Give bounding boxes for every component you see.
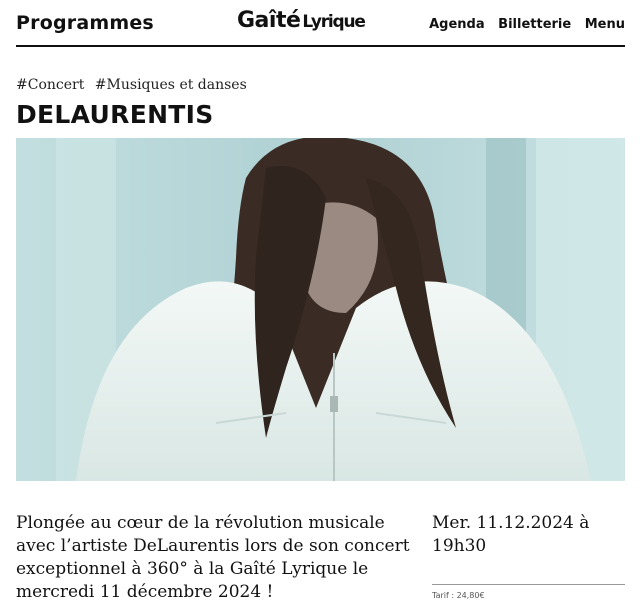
event-tags: #Concert #Musiques et danses [16,77,253,93]
event-title: DELAURENTIS [16,100,214,129]
site-header: Programmes Gaîté Lyrique Agenda Billetter… [0,0,640,48]
artist-photo-illustration [16,138,625,481]
tag-concert[interactable]: #Concert [16,77,84,93]
event-tarif: Tarif : 24,80€ [432,591,485,600]
logo-main-text: Gaîté [237,8,301,33]
top-nav: Agenda Billetterie Menu [420,17,625,32]
nav-menu-button[interactable]: Menu [585,17,625,32]
tag-musiques-et-danses[interactable]: #Musiques et danses [95,77,247,93]
header-divider [16,45,625,47]
event-date: Mer. 11.12.2024 à 19h30 [432,513,590,556]
logo-sub-text: Lyrique [302,12,366,32]
artist-photo [16,138,625,481]
event-description: Plongée au cœur de la révolution musical… [16,513,410,600]
nav-programmes-link[interactable]: Programmes [16,12,154,34]
nav-agenda-link[interactable]: Agenda [429,17,485,32]
sidebar-divider [432,584,625,585]
nav-billetterie-link[interactable]: Billetterie [498,17,571,32]
site-logo[interactable]: Gaîté Lyrique [237,8,366,33]
